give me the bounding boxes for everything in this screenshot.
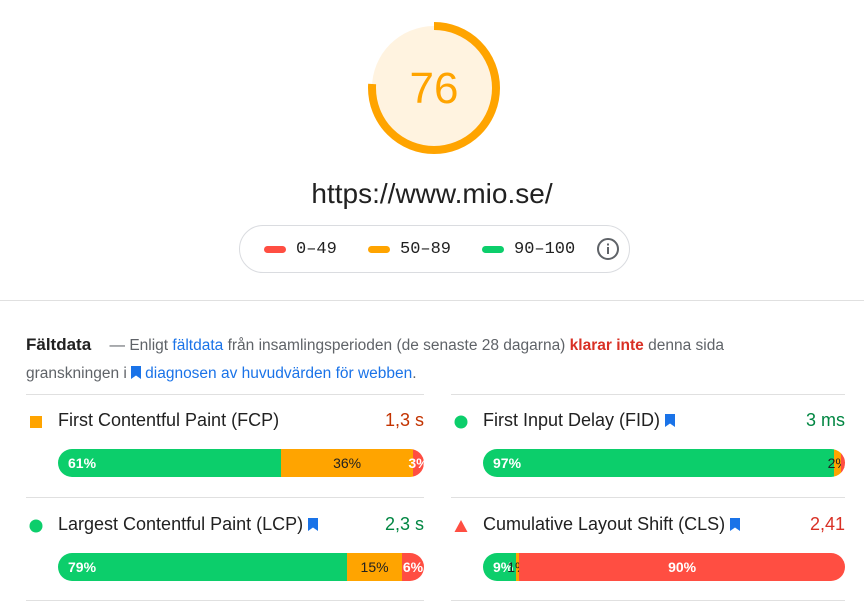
bar-segment-poor: 90% (519, 553, 845, 581)
legend-label: 50–89 (400, 240, 452, 259)
bar-segment-average: 15% (347, 553, 403, 581)
legend-item-fail: 0–49 (264, 240, 337, 259)
field-text-2: från insamlingsperioden (de senaste 28 d… (227, 337, 566, 354)
performance-score: 76 (409, 64, 459, 113)
field-text-1: Enligt (129, 337, 169, 354)
metric-value: 2,41 (809, 514, 845, 534)
core-vital-bookmark-icon (730, 518, 741, 531)
bar-segment-poor: 3% (408, 449, 424, 477)
metric-value: 3 ms (805, 410, 845, 430)
bar-segment-poor (841, 449, 845, 477)
poor-triangle-icon (454, 520, 468, 532)
section-divider (0, 300, 864, 301)
bar-segment-good: 79% (58, 553, 348, 581)
good-circle-icon (454, 415, 468, 429)
legend-label: 0–49 (296, 240, 337, 259)
metric-name-text: Cumulative Layout Shift (CLS) (483, 514, 726, 534)
legend-swatch-average (368, 246, 390, 253)
bar-segment-average: 36% (281, 449, 413, 477)
average-square-icon (30, 416, 42, 428)
metric-separator (451, 394, 845, 395)
performance-score-gauge: 76 (366, 20, 502, 170)
core-vital-bookmark-icon (308, 518, 319, 531)
legend-item-average: 50–89 (368, 240, 451, 259)
metric-separator (451, 497, 845, 498)
bar-segment-good: 97% (483, 449, 835, 477)
core-vital-bookmark-icon (665, 414, 676, 427)
page-url: https://www.mio.se/ (311, 178, 553, 209)
metric-separator (26, 497, 424, 498)
field-fail-text: klarar inte (569, 337, 644, 354)
field-data-link[interactable]: fältdata (172, 337, 223, 354)
legend-swatch-pass (482, 246, 504, 253)
metric-name: First Input Delay (FID) (483, 410, 679, 431)
bar-segment-average: 2% (828, 449, 845, 477)
metric-separator (26, 394, 424, 395)
field-text-4: . (412, 365, 417, 382)
metric-separator (26, 600, 424, 601)
bar-segment-good: 61% (58, 449, 282, 477)
metric-name: Largest Contentful Paint (LCP) (58, 514, 322, 535)
bookmark-icon (131, 366, 142, 379)
legend-item-pass: 90–100 (482, 240, 575, 259)
distribution-bar: 97% 2% (483, 449, 845, 477)
score-legend: 0–49 50–89 90–100 (239, 225, 630, 273)
legend-label: 90–100 (514, 240, 576, 259)
field-dash: — (109, 337, 126, 354)
distribution-bar: 9% 1% 90% (483, 553, 845, 581)
metric-name-text: Largest Contentful Paint (LCP) (58, 514, 304, 534)
metric-name-text: First Input Delay (FID) (483, 410, 661, 430)
legend-swatch-fail (264, 246, 286, 253)
metric-value: 2,3 s (384, 514, 424, 534)
core-web-vitals-link[interactable]: diagnosen av huvudvärden för webben (145, 365, 412, 382)
metric-name: Cumulative Layout Shift (CLS) (483, 514, 744, 535)
info-icon[interactable] (596, 237, 620, 261)
distribution-bar: 79% 15% 6% (58, 553, 424, 581)
metric-value: 1,3 s (384, 410, 424, 430)
field-data-description: Fältdata — Enligt fältdata från insamlin… (26, 331, 766, 388)
field-data-title: Fältdata (26, 335, 92, 354)
good-circle-icon (29, 519, 43, 533)
metric-name: First Contentful Paint (FCP) (58, 410, 280, 430)
metric-separator (451, 600, 845, 601)
bar-segment-poor: 6% (402, 553, 424, 581)
distribution-bar: 61% 36% 3% (58, 449, 424, 477)
